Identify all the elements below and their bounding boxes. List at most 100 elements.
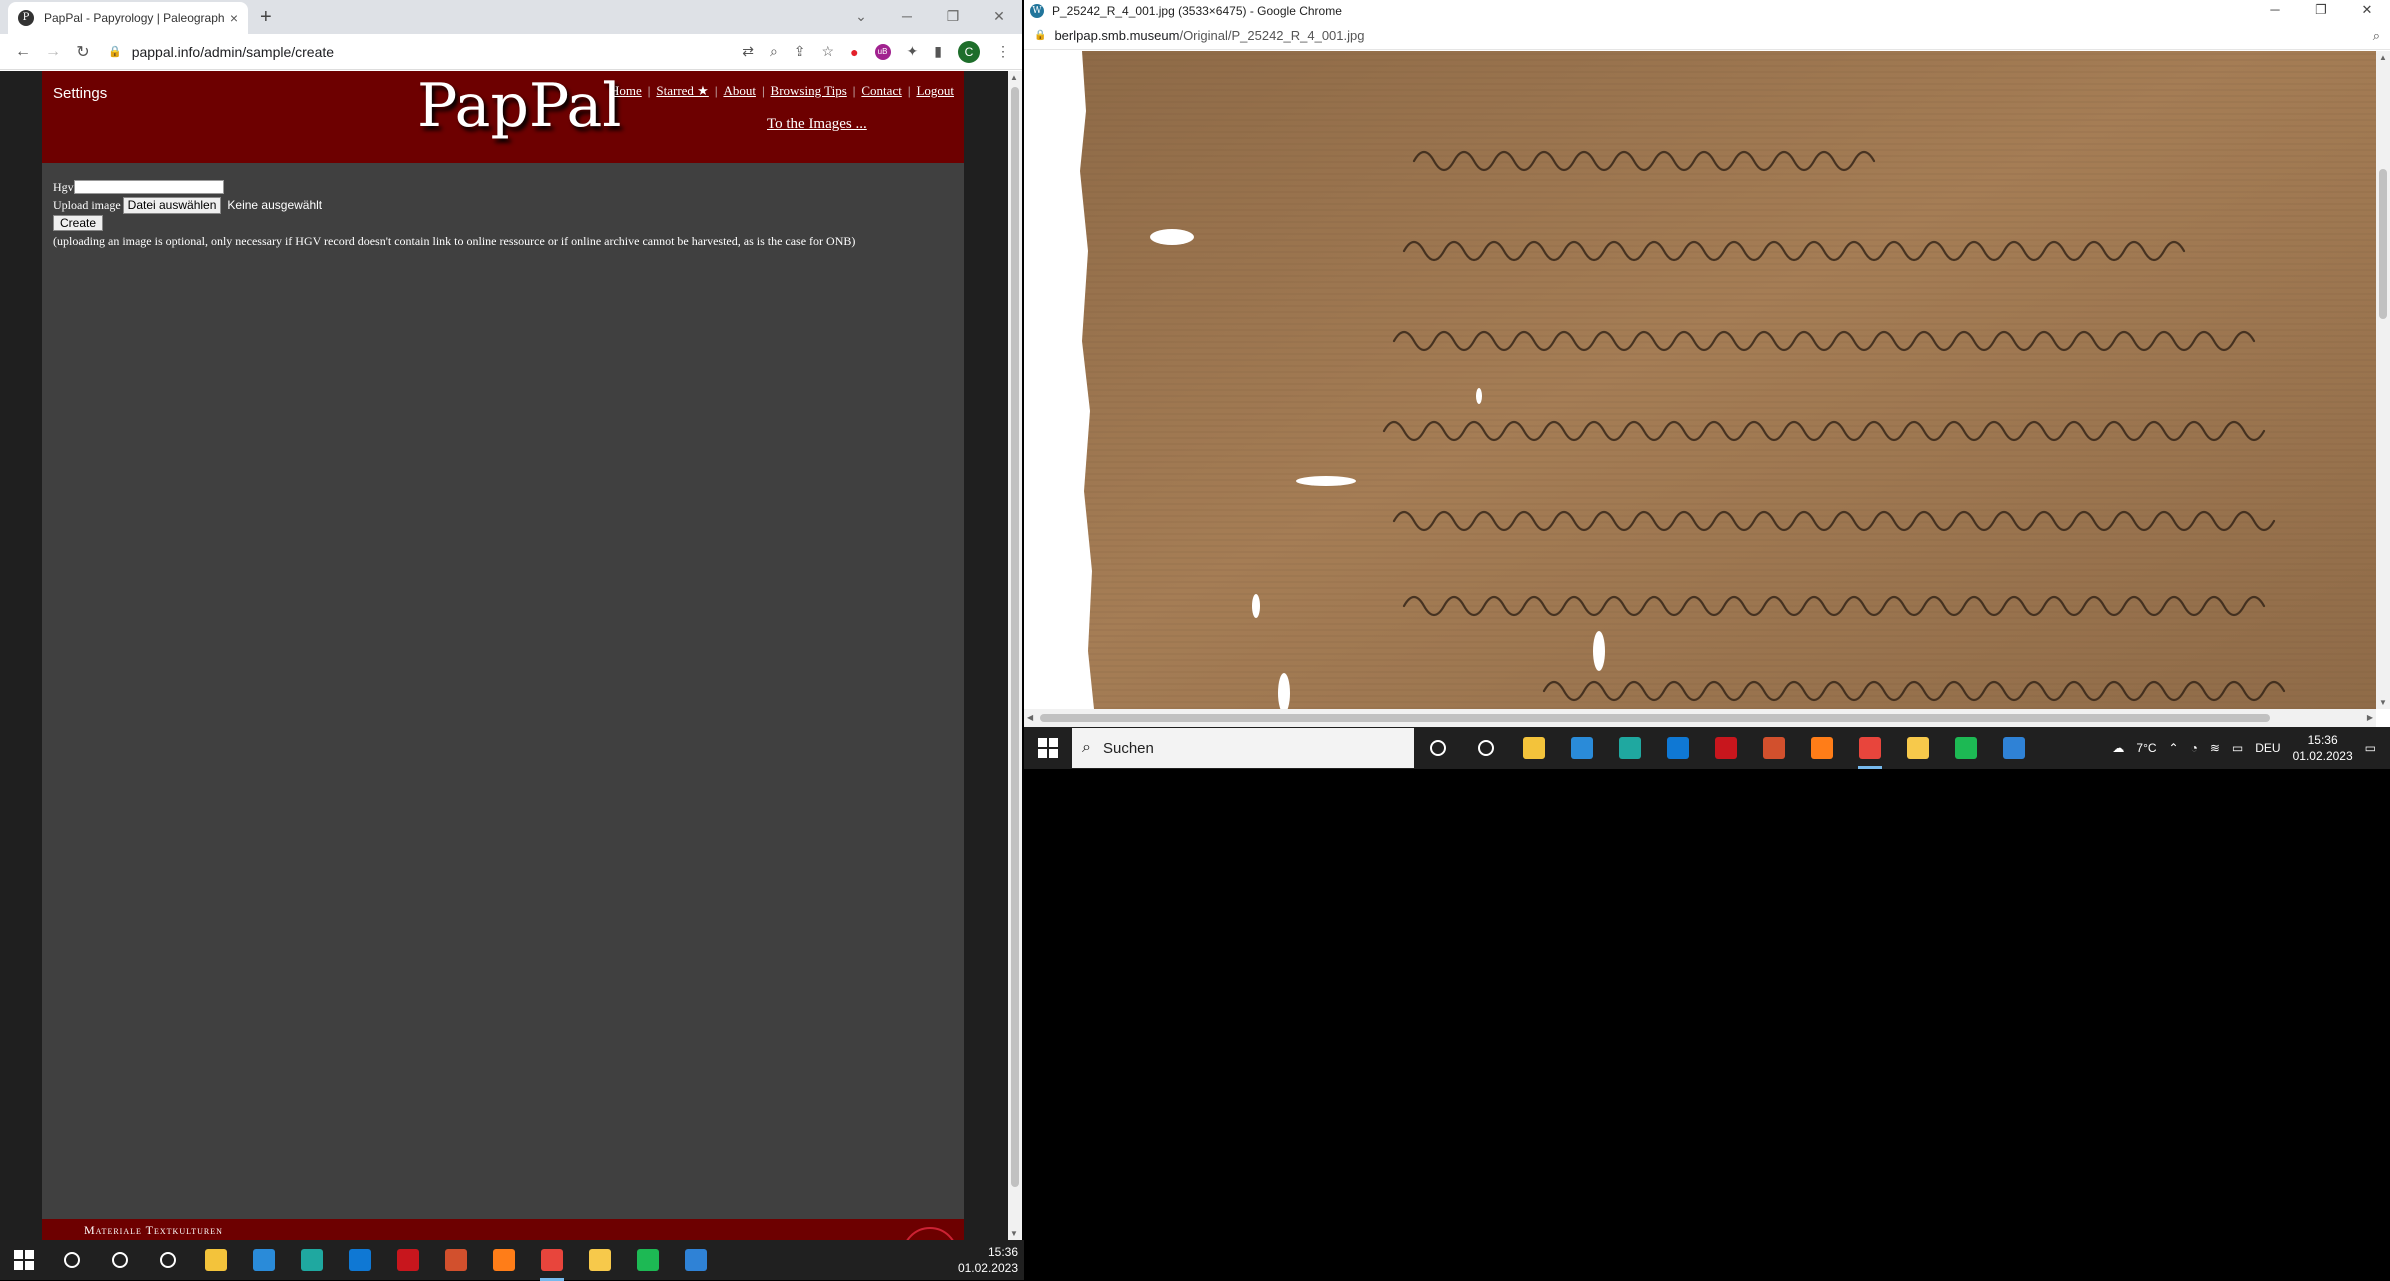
forward-icon[interactable]: → [38, 43, 68, 61]
taskbar-spotify-button[interactable] [1942, 727, 1990, 769]
taskbar-search-box[interactable]: ⌕ Suchen [1072, 728, 1414, 768]
taskbar-microsoft-store-button[interactable] [240, 1239, 288, 1281]
show-hidden-icons-icon[interactable]: ⌃ [2169, 741, 2179, 755]
taskbar-sticky-app-button[interactable] [1894, 727, 1942, 769]
taskbar-file-explorer-button[interactable] [192, 1239, 240, 1281]
new-tab-button[interactable]: + [260, 6, 272, 29]
taskbar-chrome-button[interactable] [1846, 727, 1894, 769]
wifi-icon[interactable]: ≋ [2210, 741, 2220, 755]
nav-home-link[interactable]: Home [610, 83, 642, 99]
menu-kebab-icon[interactable]: ⋮ [996, 43, 1010, 60]
right-vertical-scrollbar[interactable]: ▲ ▼ [2376, 51, 2390, 709]
nav-contact-link[interactable]: Contact [861, 83, 901, 99]
notifications-icon[interactable]: ▭ [2365, 741, 2376, 755]
taskbar-task-view-button[interactable] [1462, 727, 1510, 769]
side-panel-icon[interactable]: ▮ [934, 43, 942, 60]
reload-icon[interactable]: ↻ [68, 42, 98, 62]
right-title-bar: W P_25242_R_4_001.jpg (3533×6475) - Goog… [1024, 0, 2390, 22]
hgv-input[interactable] [73, 180, 224, 194]
taskbar-clock[interactable]: 15:36 01.02.2023 [958, 1244, 1018, 1276]
left-vertical-scrollbar[interactable]: ▲ ▼ [1008, 71, 1022, 1240]
scroll-thumb[interactable] [1040, 714, 2270, 722]
scroll-left-arrow-icon[interactable]: ◀ [1027, 713, 1033, 722]
extensions-puzzle-icon[interactable]: ✦ [907, 43, 919, 60]
taskbar-acrobat-button[interactable] [384, 1239, 432, 1281]
nav-about-link[interactable]: About [723, 83, 756, 99]
taskbar-cortana-button[interactable] [1414, 727, 1462, 769]
papyrus-image[interactable] [1024, 51, 2376, 709]
taskbar-acrobat-button[interactable] [1702, 727, 1750, 769]
scroll-thumb[interactable] [1011, 87, 1019, 1187]
create-sample-form: Hgv Upload image Datei auswählen Keine a… [53, 178, 855, 250]
taskbar-firefox-button[interactable] [480, 1239, 528, 1281]
photos-icon [685, 1249, 707, 1271]
taskbar-edge-button[interactable] [288, 1239, 336, 1281]
right-horizontal-scrollbar[interactable]: ◀ ▶ [1024, 709, 2376, 727]
battery-icon[interactable]: ▭ [2232, 741, 2243, 755]
extension-purple-icon[interactable]: uB [874, 43, 891, 60]
translate-icon[interactable]: ⇄ [742, 43, 754, 60]
zoom-icon[interactable]: ⌕ [2373, 28, 2380, 44]
taskbar-file-explorer-button[interactable] [1510, 727, 1558, 769]
taskbar-photos-button[interactable] [672, 1239, 720, 1281]
nav-logout-link[interactable]: Logout [916, 83, 954, 99]
create-row: Create [53, 214, 855, 232]
taskbar-sticky-app-button[interactable] [576, 1239, 624, 1281]
firefox-icon [493, 1249, 515, 1271]
taskbar-microsoft-store-button[interactable] [1558, 727, 1606, 769]
language-indicator[interactable]: DEU [2255, 741, 2280, 755]
restore-button[interactable]: ❐ [930, 4, 976, 28]
taskbar-task-view-button[interactable] [144, 1239, 192, 1281]
hgv-row: Hgv [53, 178, 855, 196]
back-icon[interactable]: ← [8, 43, 38, 61]
taskbar-chrome-button[interactable] [528, 1239, 576, 1281]
taskbar-search-button[interactable] [48, 1239, 96, 1281]
scroll-thumb[interactable] [2379, 169, 2387, 319]
taskbar-mail-button[interactable] [1654, 727, 1702, 769]
right-address-bar[interactable]: 🔒 berlpap.smb.museum/Original/P_25242_R_… [1024, 22, 2390, 50]
close-button[interactable]: ✕ [976, 4, 1022, 28]
network-icon[interactable]: ◔ [2191, 741, 2198, 755]
start-button[interactable] [1024, 727, 1072, 769]
nav-browsing-tips-link[interactable]: Browsing Tips [771, 83, 847, 99]
close-button[interactable]: ✕ [2344, 0, 2390, 20]
tab-search-icon[interactable]: ⌄ [838, 4, 884, 28]
scroll-up-arrow-icon[interactable]: ▲ [1010, 73, 1018, 82]
taskbar-photos-button[interactable] [1990, 727, 2038, 769]
taskbar-spotify-button[interactable] [624, 1239, 672, 1281]
to-images-link[interactable]: To the Images ... [767, 116, 867, 133]
taskbar-cortana-button[interactable] [96, 1239, 144, 1281]
scroll-down-arrow-icon[interactable]: ▼ [2379, 698, 2387, 707]
scroll-right-arrow-icon[interactable]: ▶ [2367, 713, 2373, 722]
extension-red-icon[interactable]: ● [850, 44, 858, 60]
choose-file-button[interactable]: Datei auswählen [122, 196, 222, 214]
scroll-down-arrow-icon[interactable]: ▼ [1010, 1229, 1018, 1238]
start-button[interactable] [0, 1239, 48, 1281]
minimize-button[interactable]: ─ [884, 4, 930, 28]
wordpress-favicon-icon: W [1030, 4, 1044, 18]
tab-pappal[interactable]: P PapPal - Papyrology | Paleograph × [8, 2, 248, 34]
restore-button[interactable]: ❐ [2298, 0, 2344, 20]
weather-cloud-icon[interactable]: ☁ [2112, 741, 2124, 755]
browser-toolbar: ← → ↻ 🔒 pappal.info/admin/sample/create … [0, 34, 1022, 70]
taskbar-clock[interactable]: 15:36 01.02.2023 [2293, 732, 2353, 764]
taskbar-powerpoint-button[interactable] [432, 1239, 480, 1281]
scroll-up-arrow-icon[interactable]: ▲ [2379, 53, 2387, 62]
create-button[interactable]: Create [53, 215, 104, 231]
papyrus-image-svg [1024, 51, 2376, 709]
weather-temperature[interactable]: 7°C [2136, 741, 2156, 755]
taskbar-firefox-button[interactable] [1798, 727, 1846, 769]
settings-link[interactable]: Settings [53, 85, 107, 102]
taskbar-mail-button[interactable] [336, 1239, 384, 1281]
address-bar[interactable]: 🔒 pappal.info/admin/sample/create [108, 44, 742, 60]
bookmark-star-icon[interactable]: ☆ [822, 43, 835, 60]
taskbar-edge-button[interactable] [1606, 727, 1654, 769]
nav-starred-link[interactable]: Starred ★ [656, 83, 708, 99]
share-icon[interactable]: ⇪ [794, 43, 806, 60]
minimize-button[interactable]: ─ [2252, 0, 2298, 20]
tab-close-icon[interactable]: × [230, 10, 238, 26]
footer-seal-logo [902, 1227, 958, 1240]
profile-avatar[interactable]: C [958, 40, 980, 63]
zoom-icon[interactable]: ⌕ [770, 43, 778, 60]
taskbar-powerpoint-button[interactable] [1750, 727, 1798, 769]
